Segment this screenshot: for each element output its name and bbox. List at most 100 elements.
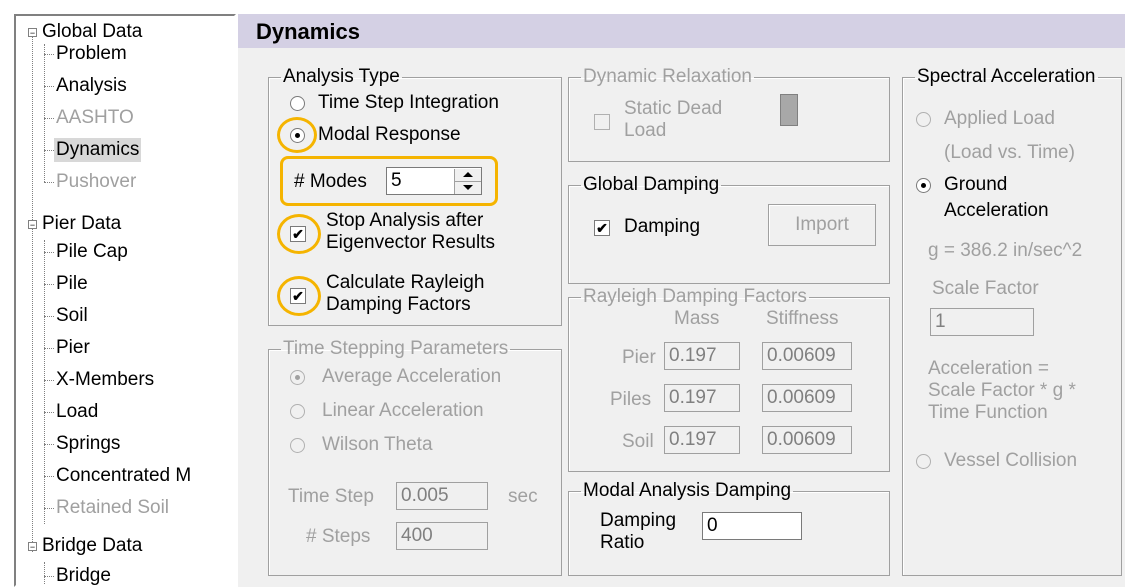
global-damping-legend: Global Damping (583, 174, 720, 195)
scale-factor-input[interactable]: 1 (930, 308, 1034, 336)
time-step-input[interactable]: 0.005 (396, 482, 488, 510)
calculate-rayleigh-label-2: Damping Factors (326, 294, 471, 315)
applied-load-radio[interactable] (916, 112, 931, 127)
tree-connector (32, 32, 33, 552)
tree-item-analysis[interactable]: Analysis (54, 74, 129, 98)
linear-acceleration-label: Linear Acceleration (322, 400, 484, 421)
tree-item-aashto[interactable]: AASHTO (54, 106, 136, 130)
modal-response-label: Modal Response (318, 124, 461, 145)
tree-branch (44, 412, 54, 413)
time-step-label: Time Step (288, 486, 374, 507)
pier-stiffness-input[interactable]: 0.00609 (762, 342, 852, 370)
piles-mass-input[interactable]: 0.197 (664, 384, 740, 412)
ground-acceleration-radio[interactable] (916, 178, 931, 193)
tree-branch (44, 508, 54, 509)
highlight-circle (277, 276, 321, 316)
calculate-rayleigh-label-1: Calculate Rayleigh (326, 272, 485, 293)
damping-ratio-input[interactable]: 0 (702, 512, 802, 540)
ground-acceleration-label-1: Ground (944, 174, 1008, 195)
tree-branch (44, 476, 54, 477)
formula-line-1: Acceleration = (928, 358, 1049, 379)
tree-item-global-data[interactable]: Global Data (40, 20, 144, 44)
tree-connector (44, 44, 45, 182)
spectral-acceleration-legend: Spectral Acceleration (917, 66, 1096, 87)
soil-mass-input[interactable]: 0.197 (664, 426, 740, 454)
highlight-circle (277, 117, 317, 153)
rayleigh-row-label: Soil (622, 431, 654, 452)
page-title: Dynamics (256, 19, 360, 44)
collapse-icon[interactable]: − (28, 542, 37, 552)
wilson-theta-label: Wilson Theta (322, 434, 433, 455)
tree-branch (44, 182, 54, 183)
stop-analysis-label-2: Eigenvector Results (326, 232, 495, 253)
tree-item-x-members[interactable]: X-Members (54, 368, 156, 392)
piles-stiffness-input[interactable]: 0.00609 (762, 384, 852, 412)
vessel-collision-radio[interactable] (916, 454, 931, 469)
formula-line-3: Time Function (928, 402, 1048, 423)
tree-item-pier[interactable]: Pier (54, 336, 92, 360)
rayleigh-row-label: Pier (622, 347, 656, 368)
damping-ratio-label-2: Ratio (600, 532, 645, 553)
tree-branch (44, 284, 54, 285)
import-button[interactable]: Import (768, 204, 876, 246)
rayleigh-row-label: Piles (610, 389, 652, 410)
tree-branch (44, 118, 54, 119)
static-dead-load-label-1: Static Dead (624, 98, 723, 119)
tree-connector (44, 562, 45, 585)
tree-item-load[interactable]: Load (54, 400, 100, 424)
tree-item-springs[interactable]: Springs (54, 432, 122, 456)
tree-branch (44, 348, 54, 349)
tree-item-bridge[interactable]: Bridge (54, 564, 113, 585)
tree-item-dynamics[interactable]: Dynamics (54, 138, 142, 162)
navigation-tree[interactable]: − Global Data Problem Analysis AASHTO Dy… (14, 14, 236, 587)
mass-column-header: Mass (674, 308, 720, 329)
dynamic-relaxation-group: Dynamic Relaxation (568, 66, 890, 162)
tree-branch (44, 316, 54, 317)
applied-load-label-1: Applied Load (944, 108, 1055, 129)
linear-acceleration-radio[interactable] (290, 404, 305, 419)
tree-item-pier-data[interactable]: Pier Data (40, 212, 123, 236)
highlight-rect (280, 156, 498, 206)
relaxation-color-swatch[interactable] (780, 94, 798, 126)
tree-branch (44, 576, 54, 577)
damping-checkbox[interactable]: ✔ (594, 220, 610, 236)
tree-connector (44, 240, 45, 524)
wilson-theta-radio[interactable] (290, 438, 305, 453)
average-acceleration-label: Average Acceleration (322, 366, 502, 387)
tree-branch (44, 380, 54, 381)
damping-label: Damping (624, 216, 701, 237)
tree-item-pile-cap[interactable]: Pile Cap (54, 240, 130, 264)
static-dead-load-checkbox[interactable] (594, 114, 610, 130)
tree-item-pile[interactable]: Pile (54, 272, 90, 296)
static-dead-load-label-2: Load (624, 120, 667, 141)
average-acceleration-radio[interactable] (290, 370, 305, 385)
highlight-circle (277, 214, 321, 254)
tree-branch (44, 86, 54, 87)
tree-branch (44, 252, 54, 253)
tree-item-retained-soil[interactable]: Retained Soil (54, 496, 171, 520)
ground-acceleration-label-2: Acceleration (944, 200, 1049, 221)
collapse-icon[interactable]: − (28, 220, 37, 230)
steps-label: # Steps (306, 526, 371, 547)
g-value-text: g = 386.2 in/sec^2 (928, 240, 1083, 261)
tree-item-soil[interactable]: Soil (54, 304, 90, 328)
tree-item-pushover[interactable]: Pushover (54, 170, 138, 194)
modal-damping-legend: Modal Analysis Damping (583, 480, 792, 501)
soil-stiffness-input[interactable]: 0.00609 (762, 426, 852, 454)
tree-item-bridge-data[interactable]: Bridge Data (40, 534, 144, 558)
tree-branch (44, 54, 54, 55)
stop-analysis-label-1: Stop Analysis after (326, 210, 484, 231)
tree-item-concentrated-m[interactable]: Concentrated M (54, 464, 193, 488)
collapse-icon[interactable]: − (28, 28, 37, 38)
time-stepping-legend: Time Stepping Parameters (283, 338, 509, 359)
pier-mass-input[interactable]: 0.197 (664, 342, 740, 370)
tree-item-problem[interactable]: Problem (54, 42, 129, 66)
vessel-collision-label: Vessel Collision (944, 450, 1078, 471)
tree-branch (44, 150, 54, 151)
steps-input[interactable]: 400 (396, 522, 488, 550)
time-step-integration-label: Time Step Integration (318, 92, 499, 113)
stiffness-column-header: Stiffness (766, 308, 839, 329)
time-step-integration-radio[interactable] (290, 96, 305, 111)
tree-branch (44, 444, 54, 445)
applied-load-label-2: (Load vs. Time) (944, 142, 1075, 163)
